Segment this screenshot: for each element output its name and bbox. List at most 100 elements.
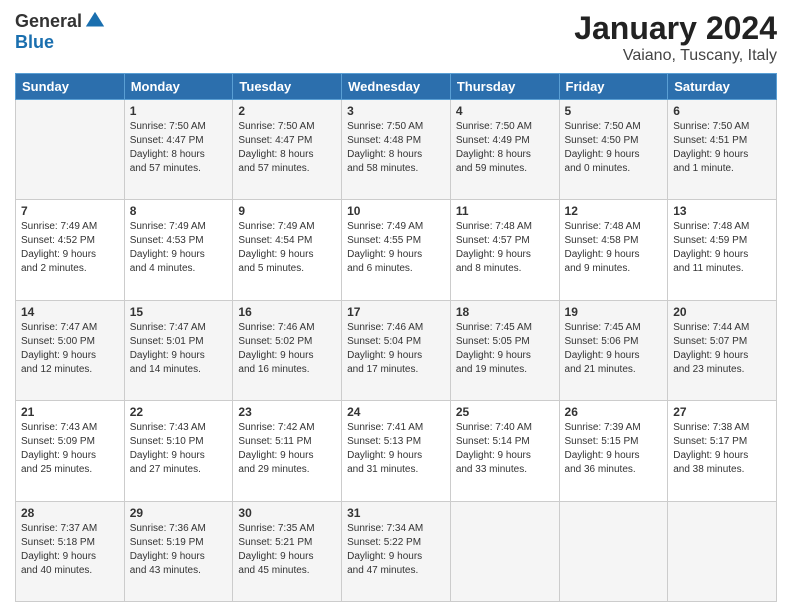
day-info: Sunrise: 7:43 AMSunset: 5:10 PMDaylight:… <box>130 421 228 477</box>
calendar-cell: 29Sunrise: 7:36 AMSunset: 5:19 PMDayligh… <box>124 501 233 601</box>
day-number: 4 <box>456 104 554 118</box>
day-info-line: Sunrise: 7:36 AM <box>130 523 206 534</box>
day-info-line: Sunrise: 7:47 AM <box>21 322 97 333</box>
day-info-line: Daylight: 9 hours <box>456 450 531 461</box>
day-info-line: Sunrise: 7:50 AM <box>565 121 641 132</box>
day-info-line: Sunrise: 7:35 AM <box>238 523 314 534</box>
day-info-line: Sunrise: 7:50 AM <box>673 121 749 132</box>
day-info-line: Daylight: 9 hours <box>565 350 640 361</box>
day-number: 16 <box>238 305 336 319</box>
day-info-line: Sunset: 5:15 PM <box>565 436 639 447</box>
day-info-line: Daylight: 9 hours <box>21 249 96 260</box>
day-number: 25 <box>456 405 554 419</box>
day-info-line: Daylight: 9 hours <box>130 450 205 461</box>
day-info-line: Sunset: 4:57 PM <box>456 235 530 246</box>
weekday-header-monday: Monday <box>124 74 233 100</box>
day-info-line: Daylight: 9 hours <box>673 149 748 160</box>
weekday-header-saturday: Saturday <box>668 74 777 100</box>
calendar-cell: 31Sunrise: 7:34 AMSunset: 5:22 PMDayligh… <box>342 501 451 601</box>
day-info-line: Sunset: 5:04 PM <box>347 336 421 347</box>
weekday-header-sunday: Sunday <box>16 74 125 100</box>
day-info-line: Sunrise: 7:50 AM <box>130 121 206 132</box>
day-info-line: Sunrise: 7:47 AM <box>130 322 206 333</box>
day-info-line: and 9 minutes. <box>565 263 631 274</box>
day-info-line: Sunrise: 7:49 AM <box>238 221 314 232</box>
day-info-line: and 19 minutes. <box>456 364 527 375</box>
day-info-line: Daylight: 9 hours <box>238 350 313 361</box>
day-info: Sunrise: 7:48 AMSunset: 4:59 PMDaylight:… <box>673 220 771 276</box>
calendar-cell: 27 Sunrise: 7:38 AMSunset: 5:17 PMDayligh… <box>668 401 777 501</box>
day-number: 1 <box>130 104 228 118</box>
day-number: 15 <box>130 305 228 319</box>
day-number: 24 <box>347 405 445 419</box>
day-info-line: Daylight: 9 hours <box>347 450 422 461</box>
day-number: 21 <box>21 405 119 419</box>
day-info: Sunrise: 7:39 AMSunset: 5:15 PMDaylight:… <box>565 421 663 477</box>
day-number: 23 <box>238 405 336 419</box>
header: General Blue January 2024 Vaiano, Tuscan… <box>15 10 777 65</box>
logo: General Blue <box>15 10 106 53</box>
day-number: 20 <box>673 305 771 319</box>
day-info-line: and 25 minutes. <box>21 464 92 475</box>
day-info-line: Sunset: 4:52 PM <box>21 235 95 246</box>
calendar-cell: 6Sunrise: 7:50 AMSunset: 4:51 PMDaylight… <box>668 100 777 200</box>
day-info-line: Sunset: 4:59 PM <box>673 235 747 246</box>
day-info: Sunrise: 7:49 AMSunset: 4:55 PMDaylight:… <box>347 220 445 276</box>
day-info: Sunrise: 7:44 AMSunset: 5:07 PMDaylight:… <box>673 321 771 377</box>
day-info-line: Daylight: 8 hours <box>347 149 422 160</box>
day-info: Sunrise: 7:40 AMSunset: 5:14 PMDaylight:… <box>456 421 554 477</box>
weekday-header-friday: Friday <box>559 74 668 100</box>
day-info: Sunrise: 7:38 AMSunset: 5:17 PMDaylight:… <box>673 421 771 477</box>
day-info-line: Sunset: 5:07 PM <box>673 336 747 347</box>
day-info: Sunrise: 7:46 AM Sunset: 5:04 PM Daylight:… <box>347 321 445 377</box>
day-info-line: Daylight: 9 hours <box>673 350 748 361</box>
day-info: Sunrise: 7:35 AMSunset: 5:21 PMDaylight:… <box>238 522 336 578</box>
day-info-line: Sunset: 5:13 PM <box>347 436 421 447</box>
day-info-line: Daylight: 9 hours <box>238 450 313 461</box>
day-info-line: and 17 minutes. <box>347 364 418 375</box>
day-number: 31 <box>347 506 445 520</box>
calendar-cell: 2Sunrise: 7:50 AMSunset: 4:47 PMDaylight… <box>233 100 342 200</box>
calendar-cell: 19Sunrise: 7:45 AMSunset: 5:06 PMDayligh… <box>559 300 668 400</box>
day-number: 5 <box>565 104 663 118</box>
day-number: 18 <box>456 305 554 319</box>
day-info-line: Daylight: 9 hours <box>130 249 205 260</box>
day-info-line: Sunset: 5:01 PM <box>130 336 204 347</box>
day-info-line: Daylight: 9 hours <box>565 450 640 461</box>
day-info: Sunrise: 7:43 AMSunset: 5:09 PMDaylight:… <box>21 421 119 477</box>
calendar-cell: 15Sunrise: 7:47 AMSunset: 5:01 PMDayligh… <box>124 300 233 400</box>
day-number: 9 <box>238 204 336 218</box>
day-info-line: and 12 minutes. <box>21 364 92 375</box>
calendar-cell: 20 Sunrise: 7:44 AMSunset: 5:07 PMDayligh… <box>668 300 777 400</box>
calendar-cell: 22Sunrise: 7:43 AMSunset: 5:10 PMDayligh… <box>124 401 233 501</box>
day-info-line: and 38 minutes. <box>673 464 744 475</box>
day-info-line: Daylight: 9 hours <box>347 350 422 361</box>
day-info-line: Sunrise: 7:46 AM <box>347 322 423 333</box>
location-title: Vaiano, Tuscany, Italy <box>574 47 777 65</box>
calendar-cell <box>559 501 668 601</box>
day-info-line: and 45 minutes. <box>238 565 309 576</box>
day-info-line: and 27 minutes. <box>130 464 201 475</box>
day-number: 27 <box>673 405 771 419</box>
calendar-cell: 13Sunrise: 7:48 AMSunset: 4:59 PMDayligh… <box>668 200 777 300</box>
day-info-line: Sunset: 4:47 PM <box>130 135 204 146</box>
day-number: 8 <box>130 204 228 218</box>
weekday-header-tuesday: Tuesday <box>233 74 342 100</box>
calendar-cell: 10Sunrise: 7:49 AMSunset: 4:55 PMDayligh… <box>342 200 451 300</box>
day-info-line: Sunrise: 7:42 AM <box>238 422 314 433</box>
day-info-line: Sunrise: 7:48 AM <box>565 221 641 232</box>
day-info-line: and 6 minutes. <box>347 263 413 274</box>
day-info-line: Daylight: 9 hours <box>565 249 640 260</box>
day-number: 6 <box>673 104 771 118</box>
day-info-line: Daylight: 9 hours <box>238 551 313 562</box>
day-number: 2 <box>238 104 336 118</box>
day-info-line: Daylight: 9 hours <box>347 249 422 260</box>
day-info-line: Daylight: 9 hours <box>130 551 205 562</box>
calendar-cell: 28Sunrise: 7:37 AMSunset: 5:18 PMDayligh… <box>16 501 125 601</box>
day-info-line: and 5 minutes. <box>238 263 304 274</box>
day-info-line: Sunrise: 7:40 AM <box>456 422 532 433</box>
page: General Blue January 2024 Vaiano, Tuscan… <box>0 0 792 612</box>
week-row-4: 21 Sunrise: 7:43 AMSunset: 5:09 PMDayligh… <box>16 401 777 501</box>
day-info-line: Daylight: 9 hours <box>347 551 422 562</box>
calendar-cell: 9Sunrise: 7:49 AMSunset: 4:54 PMDaylight… <box>233 200 342 300</box>
